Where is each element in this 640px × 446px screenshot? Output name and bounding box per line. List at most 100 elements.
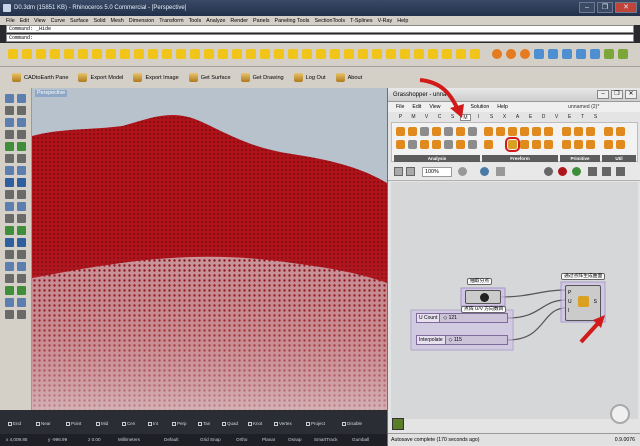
- gh-tab[interactable]: E: [525, 114, 536, 121]
- bulb-icon[interactable]: [50, 49, 60, 59]
- grasshopper-icon[interactable]: [604, 49, 614, 59]
- log-out-button[interactable]: Log Out: [292, 72, 328, 83]
- component-icon[interactable]: [396, 127, 405, 136]
- bulb-icon[interactable]: [106, 49, 116, 59]
- render-icon[interactable]: [506, 49, 516, 59]
- tool-icon[interactable]: [17, 310, 26, 319]
- material-icon[interactable]: [562, 49, 572, 59]
- surface-from-points-icon[interactable]: [505, 137, 520, 152]
- component-icon[interactable]: [574, 127, 583, 136]
- tool-icon[interactable]: [5, 190, 14, 199]
- tool-icon[interactable]: [5, 166, 14, 175]
- component-icon[interactable]: [616, 127, 625, 136]
- menu-help[interactable]: Help: [397, 18, 408, 24]
- component-icon[interactable]: [456, 127, 465, 136]
- tool-icon[interactable]: [5, 238, 14, 247]
- save-icon[interactable]: [394, 167, 403, 176]
- display-icon[interactable]: [588, 167, 597, 176]
- tool-icon[interactable]: [5, 202, 14, 211]
- tool-icon[interactable]: [17, 106, 26, 115]
- bulb-icon[interactable]: [148, 49, 158, 59]
- bulb-icon[interactable]: [442, 49, 452, 59]
- bulb-icon[interactable]: [134, 49, 144, 59]
- menu-paneling-tools[interactable]: Paneling Tools: [275, 18, 310, 24]
- tool-icon[interactable]: [17, 94, 26, 103]
- minimize-button[interactable]: –: [579, 2, 595, 13]
- tool-icon[interactable]: [17, 142, 26, 151]
- tool-icon[interactable]: [17, 190, 26, 199]
- gh-tab[interactable]: T: [577, 114, 588, 121]
- close-button[interactable]: ✕: [615, 2, 637, 13]
- component-icon[interactable]: [484, 127, 493, 136]
- tool-icon[interactable]: [17, 298, 26, 307]
- menu-file[interactable]: File: [6, 18, 15, 24]
- gh-minimize-button[interactable]: –: [597, 90, 609, 99]
- osnap-mid[interactable]: Mid: [96, 421, 108, 427]
- component-icon[interactable]: [604, 140, 613, 149]
- tool-icon[interactable]: [5, 262, 14, 271]
- menu-view[interactable]: View: [34, 18, 46, 24]
- gh-maximize-button[interactable]: ❐: [611, 90, 623, 99]
- gh-tab[interactable]: I: [473, 114, 484, 121]
- component-icon[interactable]: [468, 140, 477, 149]
- bulb-icon[interactable]: [162, 49, 172, 59]
- bulb-icon[interactable]: [386, 49, 396, 59]
- get-drawing-button[interactable]: Get Drawing: [239, 72, 286, 83]
- bulb-icon[interactable]: [288, 49, 298, 59]
- tool-icon[interactable]: [5, 274, 14, 283]
- bulb-icon[interactable]: [470, 49, 480, 59]
- gh-canvas[interactable]: 抽取分点 点阵 U/V 方向数目 U Count ◇ 121 Interpolat…: [391, 182, 638, 419]
- render-icon[interactable]: [520, 49, 530, 59]
- input-p[interactable]: P: [568, 290, 571, 296]
- bulb-icon[interactable]: [218, 49, 228, 59]
- navigate-icon[interactable]: [458, 167, 467, 176]
- component-icon[interactable]: [456, 140, 465, 149]
- material-icon[interactable]: [576, 49, 586, 59]
- component-icon[interactable]: [408, 127, 417, 136]
- gh-menu-file[interactable]: File: [396, 102, 404, 112]
- component-icon[interactable]: [604, 127, 613, 136]
- bulb-icon[interactable]: [400, 49, 410, 59]
- gh-canvas-corner-icon[interactable]: [392, 418, 404, 430]
- component-icon[interactable]: [396, 140, 405, 149]
- component-icon[interactable]: [496, 127, 505, 136]
- tool-icon[interactable]: [17, 118, 26, 127]
- cadtoearth-pane-button[interactable]: CADtoEarth Pane: [10, 72, 70, 83]
- osnap-vertex[interactable]: Vertex: [274, 421, 292, 427]
- gh-close-button[interactable]: ✕: [625, 90, 637, 99]
- menu-section-tools[interactable]: SectionTools: [315, 18, 346, 24]
- gh-tab[interactable]: D: [538, 114, 549, 121]
- get-surface-button[interactable]: Get Surface: [187, 72, 233, 83]
- tool-icon[interactable]: [5, 94, 14, 103]
- display-icon[interactable]: [602, 167, 611, 176]
- gh-tab[interactable]: V: [551, 114, 562, 121]
- tool-icon[interactable]: [5, 106, 14, 115]
- gh-menu-solution[interactable]: Solution: [470, 102, 489, 112]
- tool-icon[interactable]: [17, 250, 26, 259]
- bulb-icon[interactable]: [92, 49, 102, 59]
- osnap-cen[interactable]: Cen: [122, 421, 135, 427]
- preview-green-icon[interactable]: [572, 167, 581, 176]
- tool-icon[interactable]: [17, 166, 26, 175]
- component-icon[interactable]: [484, 140, 493, 149]
- osnap-knot[interactable]: Knot: [248, 421, 262, 427]
- tool-icon[interactable]: [5, 250, 14, 259]
- gh-tab[interactable]: E: [564, 114, 575, 121]
- preview-icon[interactable]: [544, 167, 553, 176]
- tool-icon[interactable]: [5, 298, 14, 307]
- command-prompt-input[interactable]: Command:: [6, 34, 634, 42]
- component-icon[interactable]: [544, 140, 553, 149]
- interpolate-slider[interactable]: Interpolate ◇ 115: [416, 335, 508, 345]
- bulb-icon[interactable]: [428, 49, 438, 59]
- component-icon[interactable]: [444, 140, 453, 149]
- tool-icon[interactable]: [17, 178, 26, 187]
- gh-widget-icon[interactable]: [610, 404, 630, 424]
- grasshopper-icon[interactable]: [618, 49, 628, 59]
- component-icon[interactable]: [432, 127, 441, 136]
- material-icon[interactable]: [590, 49, 600, 59]
- osnap-perp[interactable]: Perp: [172, 421, 187, 427]
- gumball-toggle[interactable]: Gumball: [352, 434, 369, 446]
- tool-icon[interactable]: [5, 286, 14, 295]
- ortho-toggle[interactable]: Ortho: [236, 434, 248, 446]
- layer-label[interactable]: Default: [164, 434, 179, 446]
